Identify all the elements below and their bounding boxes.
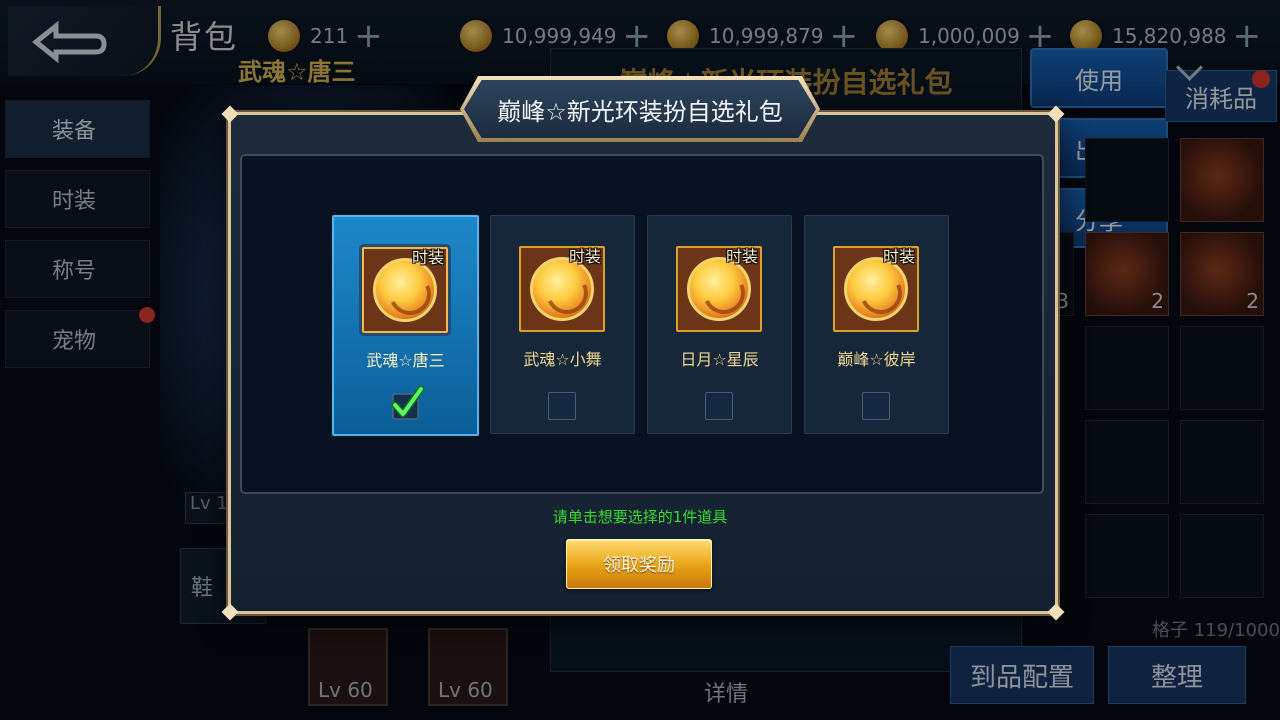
selection-hint: 请单击想要选择的1件道具 [552,508,728,526]
halo-orb-icon [530,257,594,321]
fashion-tag: 时装 [568,247,601,266]
check-icon [391,385,424,420]
item-icon: 时装 [362,247,448,333]
halo-orb-icon [844,257,908,321]
item-icon: 时装 [676,246,762,332]
choice-card-xiaowu[interactable]: 时装 武魂☆小舞 [490,215,635,434]
fashion-tag: 时装 [411,248,444,267]
item-icon: 时装 [833,246,919,332]
claim-reward-button[interactable]: 领取奖励 [566,539,712,589]
item-name: 日月☆星辰 [680,350,759,369]
item-name: 巅峰☆彼岸 [837,350,916,369]
halo-orb-icon [373,258,437,322]
choice-card-xingchen[interactable]: 时装 日月☆星辰 [647,215,792,434]
fashion-tag: 时装 [725,247,758,266]
fashion-tag: 时装 [882,247,915,266]
item-icon: 时装 [519,246,605,332]
halo-orb-icon [687,257,751,321]
choice-checkbox[interactable] [548,392,576,420]
choice-checkbox[interactable] [705,392,733,420]
choice-card-bian[interactable]: 时装 巅峰☆彼岸 [804,215,949,434]
choice-checkbox[interactable] [862,392,890,420]
modal-title: 巅峰☆新光环装扮自选礼包 [497,97,783,126]
choice-card-tangsan[interactable]: 时装 武魂☆唐三 [332,215,479,436]
item-name: 武魂☆唐三 [366,351,445,370]
item-name: 武魂☆小舞 [523,350,602,369]
